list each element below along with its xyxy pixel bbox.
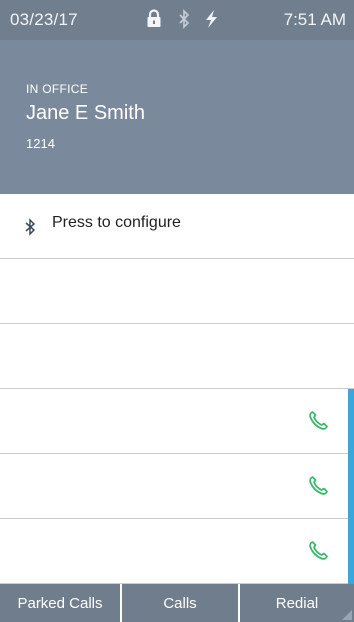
line-key-empty[interactable] — [0, 324, 354, 389]
status-time: 7:51 AM — [283, 10, 346, 29]
line-key-call[interactable] — [0, 389, 354, 454]
line-key-label: Press to configure — [52, 214, 181, 231]
line-key-configure[interactable]: Press to configure — [0, 194, 354, 259]
parked-calls-button[interactable]: Parked Calls — [0, 584, 122, 622]
resize-corner-icon — [342, 610, 352, 620]
status-date: 03/23/17 — [10, 10, 78, 29]
phone-icon — [309, 476, 328, 495]
line-key-call[interactable] — [0, 454, 354, 519]
lock-icon — [147, 9, 161, 27]
line-key-empty[interactable] — [0, 259, 354, 324]
line-key-call[interactable] — [0, 519, 354, 584]
phone-icon — [309, 541, 328, 560]
presence-status: IN OFFICE — [26, 82, 89, 96]
status-bar: 03/23/17 7:51 AM — [0, 0, 354, 40]
bluetooth-icon — [179, 9, 190, 29]
user-header: IN OFFICE Jane E Smith 1214 — [0, 40, 354, 194]
softkey-bar: Parked Calls Calls Redial — [0, 584, 354, 622]
phone-icon — [309, 411, 328, 430]
bluetooth-icon — [25, 218, 36, 236]
bolt-icon — [206, 10, 217, 28]
calls-button[interactable]: Calls — [122, 584, 240, 622]
user-extension: 1214 — [26, 136, 55, 151]
line-keys: Press to configure — [0, 194, 354, 584]
user-name: Jane E Smith — [26, 102, 145, 124]
redial-button[interactable]: Redial — [240, 584, 354, 622]
